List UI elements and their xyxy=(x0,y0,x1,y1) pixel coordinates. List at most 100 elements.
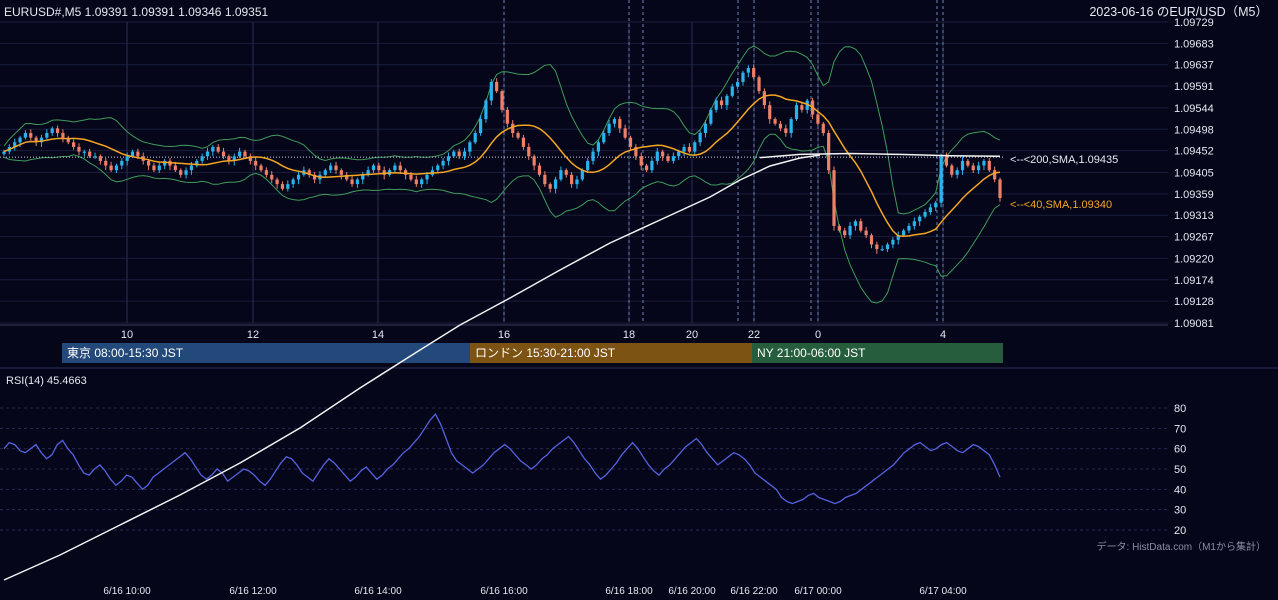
candle-bear xyxy=(500,91,504,110)
candle-bull xyxy=(955,170,959,175)
candle-bull xyxy=(902,230,906,236)
price-tick-label: 1.09544 xyxy=(1174,103,1214,115)
candle-bear xyxy=(687,146,692,152)
candle-bear xyxy=(816,114,820,124)
candle-bear xyxy=(570,174,574,185)
time-tick-label: 18 xyxy=(623,329,635,341)
candle-bear xyxy=(628,137,633,147)
candle-bull xyxy=(602,133,606,143)
price-tick-label: 1.09220 xyxy=(1174,253,1214,265)
candle-bear xyxy=(72,142,76,147)
candle-bear xyxy=(264,170,268,175)
candle-bear xyxy=(516,133,520,138)
candle-bull xyxy=(478,119,483,134)
candle-bull xyxy=(114,165,119,171)
candle-bear xyxy=(109,165,113,171)
candle-bear xyxy=(254,160,258,166)
candle-bull xyxy=(575,179,579,185)
candle-bull xyxy=(789,119,793,134)
candle-bull xyxy=(184,170,188,175)
time-tick-label: 16 xyxy=(498,329,510,341)
candle-bull xyxy=(238,151,242,157)
price-tick-label: 1.09591 xyxy=(1174,81,1214,93)
candle-bull xyxy=(891,239,895,245)
candle-bull xyxy=(200,156,204,161)
candle-bear xyxy=(216,146,220,152)
candle-bear xyxy=(768,105,772,120)
rsi-time-tick-label: 6/17 04:00 xyxy=(919,586,967,597)
candle-bear xyxy=(537,165,542,175)
candle-bull xyxy=(960,160,965,171)
candle-bull xyxy=(714,100,718,110)
sma40-label: <--<40,SMA,1.09340 xyxy=(1010,199,1112,211)
candle-bear xyxy=(778,123,783,129)
candle-bear xyxy=(414,179,418,185)
candle-bear xyxy=(152,165,156,171)
candle-bear xyxy=(548,184,552,189)
time-tick-label: 0 xyxy=(815,329,821,341)
candle-bull xyxy=(655,151,659,161)
candle-bull xyxy=(393,165,397,171)
rsi-time-tick-label: 6/16 14:00 xyxy=(354,586,402,597)
candle-bull xyxy=(45,133,49,138)
candle-bull xyxy=(709,109,713,124)
candle-bear xyxy=(532,156,536,166)
price-tick-label: 1.09683 xyxy=(1174,38,1214,50)
candle-bear xyxy=(843,230,847,236)
candle-bull xyxy=(120,160,124,166)
price-tick-label: 1.09637 xyxy=(1174,60,1214,72)
candle-bull xyxy=(934,202,938,208)
rsi-time-tick-label: 6/16 12:00 xyxy=(229,586,277,597)
candle-bull xyxy=(591,151,595,161)
candle-bear xyxy=(77,146,81,152)
candle-bull xyxy=(725,95,729,106)
candle-bull xyxy=(473,133,477,143)
candle-bull xyxy=(50,128,54,134)
candle-bull xyxy=(130,151,135,157)
candle-bull xyxy=(976,165,981,171)
session-tokyo-label: 東京 08:00-15:30 JST xyxy=(67,346,184,360)
candle-bear xyxy=(350,179,354,185)
candle-bear xyxy=(832,170,836,226)
candle-bear xyxy=(864,230,868,236)
candle-bull xyxy=(746,67,750,73)
rsi-time-tick-label: 6/16 16:00 xyxy=(480,586,528,597)
candle-bull xyxy=(286,184,290,189)
candle-bull xyxy=(982,160,986,166)
rsi-title: RSI(14) 45.4663 xyxy=(6,375,87,387)
candle-bear xyxy=(859,221,863,231)
candle-bull xyxy=(596,142,600,152)
candle-bear xyxy=(61,133,65,138)
candle-bear xyxy=(998,179,1002,199)
price-tick-label: 1.09405 xyxy=(1174,168,1214,180)
candle-bull xyxy=(794,105,799,120)
candle-bear xyxy=(752,67,756,78)
candle-bull xyxy=(2,151,6,154)
candle-bull xyxy=(671,156,675,161)
candle-bear xyxy=(457,151,461,157)
candle-bear xyxy=(377,165,381,171)
candle-bull xyxy=(446,156,451,161)
candle-bear xyxy=(221,151,226,157)
candle-bear xyxy=(270,174,274,180)
candle-bear xyxy=(521,137,526,147)
candle-bull xyxy=(612,119,617,124)
candle-bear xyxy=(666,156,670,161)
candle-bear xyxy=(259,165,263,171)
rsi-tick-label: 80 xyxy=(1174,403,1186,415)
candle-bull xyxy=(189,165,194,171)
candle-bull xyxy=(436,165,440,171)
rsi-tick-label: 50 xyxy=(1174,464,1186,476)
rsi-tick-label: 30 xyxy=(1174,505,1186,517)
candle-bull xyxy=(93,156,97,158)
candle-bull xyxy=(682,146,686,152)
candle-bull xyxy=(82,151,86,153)
candle-bear xyxy=(564,170,568,175)
price-tick-label: 1.09359 xyxy=(1174,189,1214,201)
candle-bear xyxy=(639,156,643,166)
rsi-tick-label: 70 xyxy=(1174,423,1186,435)
price-tick-label: 1.09267 xyxy=(1174,232,1214,244)
candle-bear xyxy=(623,128,627,138)
time-tick-label: 4 xyxy=(940,329,946,341)
sma200-label: <--<200,SMA,1.09435 xyxy=(1010,154,1118,166)
